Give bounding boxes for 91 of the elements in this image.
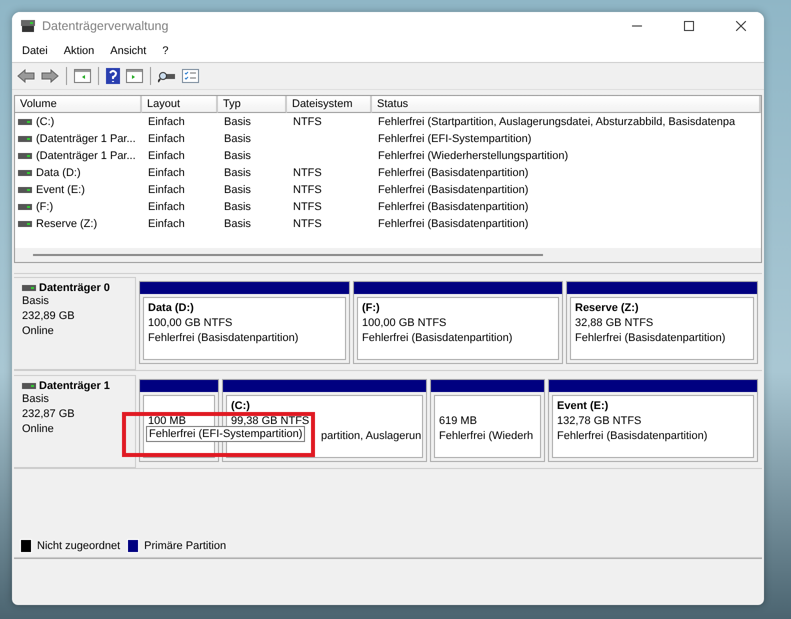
table-cell-text: NTFS <box>292 218 323 230</box>
partition-size: 32,88 GB NTFS <box>575 316 654 331</box>
table-cell-text: Basis <box>223 184 252 196</box>
table-cell: (Datenträger 1 Par... <box>36 150 136 162</box>
table-cell-text: Basis <box>223 116 252 128</box>
table-cell-text: NTFS <box>292 200 323 212</box>
table-cell-text: Einfach <box>147 200 186 212</box>
menu-item[interactable]: Datei <box>22 45 55 57</box>
drive-icon <box>18 168 32 176</box>
table-cell-text: Fehlerfrei (Basisdatenpartition) <box>377 166 530 178</box>
disk-management-icon <box>20 19 36 33</box>
partition-name: (F:) <box>362 301 380 316</box>
partition-size: 132,78 GB NTFS <box>557 414 642 429</box>
column-header[interactable]: Status <box>372 96 761 113</box>
partition-status: Fehlerfrei (Basisdatenpartition) <box>362 331 512 346</box>
table-cell-text: Einfach <box>147 132 186 144</box>
disk-type: Basis <box>22 392 50 407</box>
partition-size: 100,00 GB NTFS <box>362 316 446 331</box>
partition-block[interactable]: Data (D:) 100,00 GB NTFS Fehlerfrei (Basisdatenpartition) <box>139 281 350 364</box>
table-cell-text: Einfach <box>147 150 186 162</box>
disk-size: 232,87 GB <box>22 407 76 422</box>
drive-icon <box>18 220 32 228</box>
table-cell-text: Fehlerfrei (Wiederherstellungspartition) <box>377 150 570 162</box>
menu-item[interactable]: Aktion <box>64 45 102 57</box>
table-cell-text: Basis <box>223 218 252 230</box>
partition-size: 100,00 GB NTFS <box>148 316 232 331</box>
menu-item[interactable]: ? <box>162 45 176 57</box>
table-cell: Reserve (Z:) <box>36 218 98 230</box>
table-cell-text: Fehlerfrei (Basisdatenpartition) <box>377 184 530 196</box>
table-cell-text: Einfach <box>147 116 186 128</box>
drive-icon <box>18 118 32 126</box>
partition-status: Fehlerfrei (Basisdatenpartition) <box>148 331 298 346</box>
window-title: Datenträgerverwaltung <box>42 19 170 33</box>
table-cell-text: Fehlerfrei (Basisdatenpartition) <box>377 200 530 212</box>
partition-block[interactable]: Event (E:) 132,78 GB NTFS Fehlerfrei (Basisdatenpartition) <box>548 379 758 462</box>
partition-name: Event (E:) <box>557 399 608 414</box>
disk-state: Online <box>22 422 55 437</box>
disk-name: Datenträger 1 <box>39 380 110 392</box>
table-cell-text: Einfach <box>147 184 186 196</box>
column-header[interactable]: Typ <box>218 96 287 113</box>
table-cell-text: Basis <box>223 150 252 162</box>
column-header[interactable]: Dateisystem <box>287 96 372 113</box>
table-cell-text: Fehlerfrei (Startpartition, Auslagerungsdatei, Absturzabbild, Basisdatenpa <box>377 116 736 128</box>
table-cell-text: Basis <box>223 132 252 144</box>
help-button[interactable] <box>105 65 121 87</box>
table-cell-text: Basis <box>223 166 252 178</box>
table-cell-text: Fehlerfrei (Basisdatenpartition) <box>377 218 530 230</box>
partition-name: Data (D:) <box>148 301 194 316</box>
table-cell: (Datenträger 1 Par... <box>36 132 136 144</box>
table-cell-text: NTFS <box>292 184 323 196</box>
drive-icon <box>22 284 36 292</box>
disk-size: 232,89 GB <box>22 309 76 324</box>
partition-status: partition, Auslagerun <box>321 429 422 444</box>
partition-name: (C:) <box>231 399 250 414</box>
scrollbar-thumb[interactable] <box>33 254 543 256</box>
table-cell: Event (E:) <box>36 184 85 196</box>
table-cell-text: Einfach <box>147 166 186 178</box>
disk-name: Datenträger 0 <box>39 282 110 294</box>
table-cell-text: Fehlerfrei (EFI-Systempartition) <box>377 132 532 144</box>
table-cell-text: Basis <box>223 200 252 212</box>
partition-status: Fehlerfrei (Basisdatenpartition) <box>557 429 708 444</box>
partition-size: 99,38 GB NTFS <box>231 414 310 429</box>
disk-state: Online <box>22 324 55 339</box>
disk-type: Basis <box>22 294 50 309</box>
table-cell-text: Einfach <box>147 218 186 230</box>
drive-icon <box>18 134 32 142</box>
drive-icon <box>18 186 32 194</box>
partition-size: 100 MB <box>148 414 186 429</box>
partition-block[interactable]: 619 MB Fehlerfrei (Wiederh <box>430 379 545 462</box>
table-cell: Data (D:) <box>36 166 81 178</box>
partition-status: Fehlerfrei (Wiederh <box>439 429 534 444</box>
tooltip: Fehlerfrei (EFI-Systempartition) <box>146 426 306 442</box>
table-cell-text: NTFS <box>292 166 323 178</box>
partition-block[interactable]: (F:) 100,00 GB NTFS Fehlerfrei (Basisdatenpartition) <box>353 281 563 364</box>
table-cell: (C:) <box>36 116 54 128</box>
legend-label: Primäre Partition <box>144 540 226 552</box>
table-cell: (F:) <box>36 200 54 212</box>
maximize-icon <box>684 21 694 31</box>
column-header[interactable]: Volume <box>15 96 142 113</box>
menu-item[interactable]: Ansicht <box>110 45 154 57</box>
partition-status: Fehlerfrei (Basisdatenpartition) <box>575 331 726 346</box>
legend-label: Nicht zugeordnet <box>37 540 120 552</box>
partition-name: Reserve (Z:) <box>575 301 639 316</box>
drive-icon <box>22 382 36 390</box>
close-icon <box>736 21 746 31</box>
partition-block[interactable]: Reserve (Z:) 32,88 GB NTFS Fehlerfrei (Basisdatenpartition) <box>566 281 758 364</box>
drive-icon <box>18 152 32 160</box>
partition-size: 619 MB <box>439 414 477 429</box>
table-cell-text: NTFS <box>292 116 323 128</box>
drive-icon <box>18 202 32 210</box>
column-header[interactable]: Layout <box>142 96 218 113</box>
